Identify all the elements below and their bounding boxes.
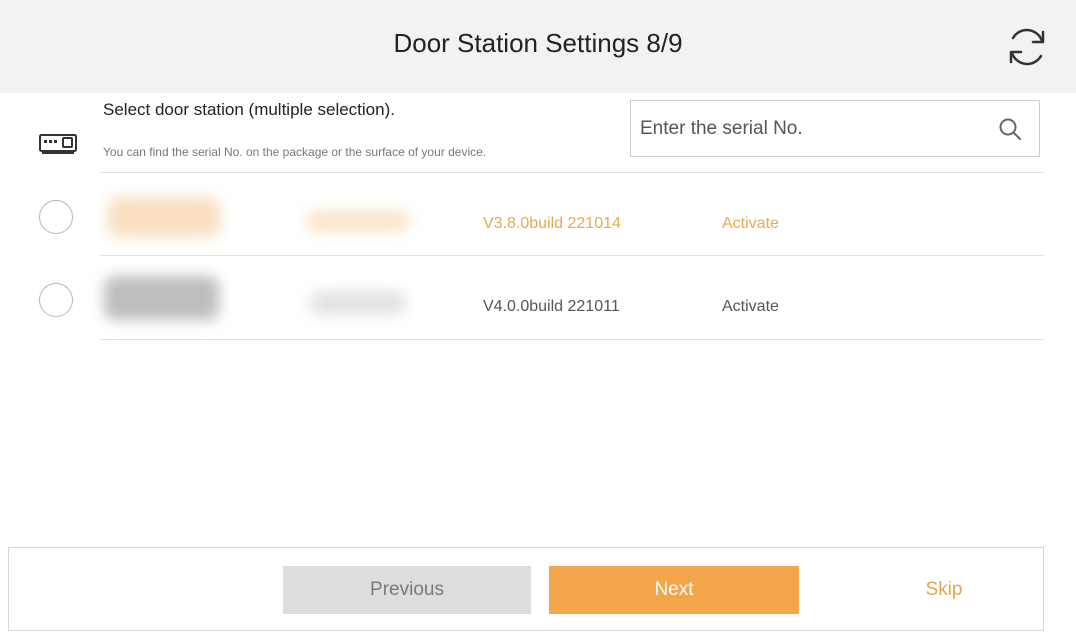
footer-bar: Previous Next Skip: [8, 547, 1044, 631]
list-divider: [100, 339, 1044, 340]
serial-hint: You can find the serial No. on the packa…: [103, 145, 487, 159]
blurred-device-name: [104, 276, 219, 320]
search-icon[interactable]: [997, 116, 1023, 142]
device-status: Activate: [722, 298, 779, 315]
previous-button[interactable]: Previous: [283, 566, 531, 614]
search-input[interactable]: Enter the serial No.: [640, 118, 803, 140]
next-button[interactable]: Next: [549, 566, 799, 614]
device-firmware: V4.0.0build 221011: [483, 298, 620, 315]
device-firmware: V3.8.0build 221014: [483, 215, 621, 232]
list-divider: [100, 172, 1044, 173]
header-bar: Door Station Settings 8/9: [0, 0, 1076, 93]
device-status: Activate: [722, 215, 779, 232]
serial-search-field[interactable]: Enter the serial No.: [630, 100, 1040, 157]
door-station-settings-page: Door Station Settings 8/9 Select door st…: [0, 0, 1076, 637]
blurred-device-serial: [310, 291, 406, 315]
page-title: Door Station Settings 8/9: [393, 28, 683, 58]
list-divider: [100, 255, 1044, 256]
skip-button[interactable]: Skip: [889, 566, 999, 614]
refresh-icon[interactable]: [1002, 22, 1052, 72]
selection-prompt: Select door station (multiple selection)…: [103, 100, 395, 119]
device-select-radio[interactable]: [39, 200, 73, 234]
blurred-device-name: [108, 197, 220, 237]
device-select-radio[interactable]: [39, 283, 73, 317]
door-station-icon: [39, 134, 77, 154]
blurred-device-serial: [306, 210, 410, 232]
